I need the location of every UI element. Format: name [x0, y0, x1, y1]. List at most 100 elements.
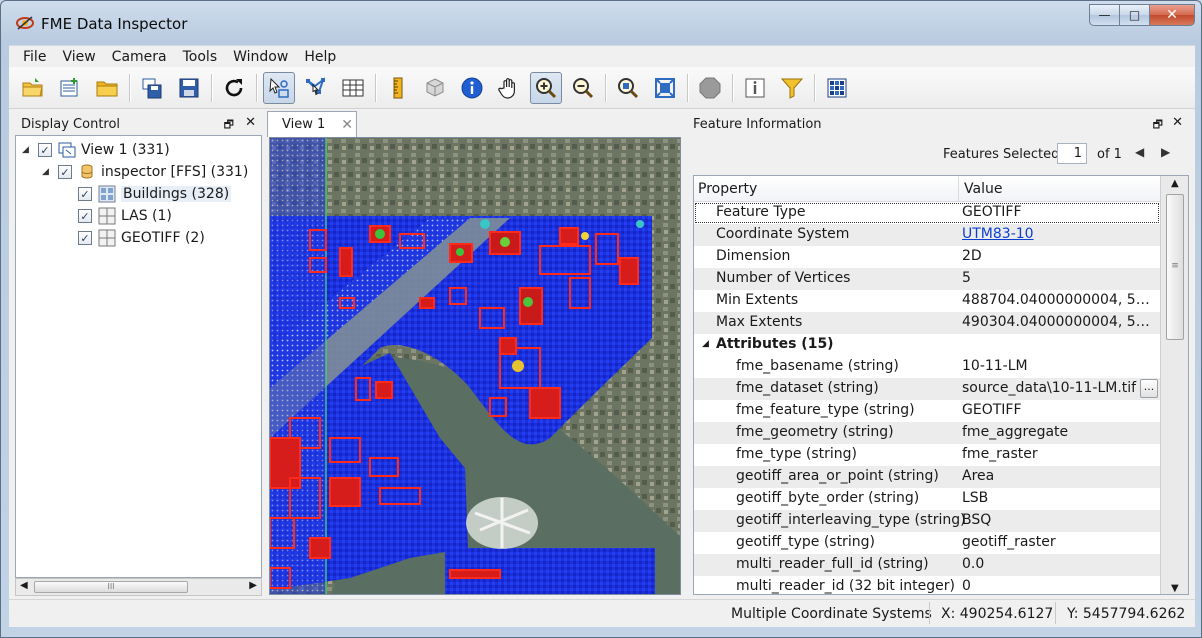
menu-tools[interactable]: Tools: [175, 49, 226, 65]
scroll-thumb[interactable]: III: [34, 581, 188, 593]
table-row[interactable]: Number of Vertices 5: [694, 268, 1160, 290]
table-row[interactable]: fme_type (string) fme_raster: [694, 444, 1160, 466]
scroll-left-icon[interactable]: ◀: [20, 580, 28, 591]
table-row[interactable]: fme_basename (string) 10-11-LM: [694, 356, 1160, 378]
tree-item-buildings[interactable]: ✓ Buildings (328): [78, 184, 232, 204]
tree-item-geotiff[interactable]: ✓ GEOTIFF (2): [78, 228, 205, 248]
table-row[interactable]: geotiff_area_or_point (string) Area: [694, 466, 1160, 488]
float-panel-icon[interactable]: 🗗: [1153, 116, 1163, 135]
info-icon[interactable]: [456, 72, 488, 104]
tab-view-1[interactable]: View 1 ✕: [267, 111, 357, 137]
scroll-up-icon[interactable]: ▲: [1171, 178, 1179, 189]
coordinate-system-link[interactable]: UTM83-10: [962, 226, 1158, 242]
x-label: X:: [941, 606, 956, 622]
menu-help[interactable]: Help: [296, 49, 344, 65]
attribute-value: 0.0: [962, 556, 985, 572]
workspace: Display Control 🗗 ✕ ◢ ✓ View 1 (331) ◢ ✓…: [9, 109, 1195, 599]
zoom-selected-icon[interactable]: [612, 72, 644, 104]
table-row[interactable]: fme_dataset (string) source_data\10-11-L…: [694, 378, 1160, 400]
table-row[interactable]: Coordinate System UTM83-10: [694, 224, 1160, 246]
fme-app-icon: [16, 16, 34, 30]
attribute-name: fme_basename (string): [736, 358, 899, 374]
app-window: FME Data Inspector — □ ✕ File View Camer…: [0, 0, 1202, 638]
3d-view-icon[interactable]: [419, 72, 451, 104]
maximize-button[interactable]: □: [1119, 4, 1149, 26]
column-property[interactable]: Property: [698, 181, 757, 197]
menu-camera[interactable]: Camera: [104, 49, 175, 65]
save-view-icon[interactable]: [136, 72, 168, 104]
expand-arrow-icon[interactable]: ◢: [42, 167, 54, 177]
folder-icon[interactable]: [91, 72, 123, 104]
open-value-button[interactable]: ...: [1140, 379, 1158, 398]
stop-icon[interactable]: [694, 72, 726, 104]
toolbar-separator: [687, 73, 688, 102]
table-row[interactable]: Min Extents 488704.04000000004, 5457...: [694, 290, 1160, 312]
background-map-icon[interactable]: [821, 72, 853, 104]
table-row[interactable]: geotiff_interleaving_type (string) BSQ: [694, 510, 1160, 532]
close-panel-icon[interactable]: ✕: [1172, 115, 1183, 130]
map-canvas[interactable]: [269, 137, 681, 595]
menu-file[interactable]: File: [15, 49, 54, 65]
window-controls: — □ ✕: [1089, 4, 1195, 26]
select-icon[interactable]: [263, 71, 295, 104]
table-row[interactable]: Max Extents 490304.04000000004, 5458...: [694, 312, 1160, 334]
status-bar: Multiple Coordinate Systems X: 490254.61…: [9, 599, 1195, 627]
measure-icon[interactable]: [382, 72, 414, 104]
table-row[interactable]: Dimension 2D: [694, 246, 1160, 268]
menu-window[interactable]: Window: [225, 49, 296, 65]
scroll-thumb[interactable]: ≡: [1166, 194, 1184, 340]
table-view-icon[interactable]: [337, 72, 369, 104]
tree-item-label: LAS (1): [121, 208, 172, 224]
table-row[interactable]: geotiff_byte_order (string) LSB: [694, 488, 1160, 510]
expand-arrow-icon[interactable]: ◢: [22, 145, 34, 155]
horizontal-scrollbar[interactable]: ◀ III ▶: [15, 578, 262, 596]
vertex-select-icon[interactable]: [300, 72, 332, 104]
close-button[interactable]: ✕: [1149, 4, 1195, 26]
attributes-group-row[interactable]: ◢ Attributes (15): [694, 334, 1160, 356]
table-row[interactable]: fme_geometry (string) fme_aggregate: [694, 422, 1160, 444]
property-value: 5: [962, 270, 971, 286]
feature-information-panel: Feature Information 🗗 ✕ Features Selecte…: [691, 113, 1191, 599]
pan-hand-icon[interactable]: [493, 72, 525, 104]
features-selected-label: Features Selected:: [943, 147, 1064, 162]
layer-checkbox[interactable]: ✓: [78, 209, 92, 223]
filter-icon[interactable]: [776, 72, 808, 104]
float-panel-icon[interactable]: 🗗: [224, 116, 234, 135]
table-row[interactable]: fme_feature_type (string) GEOTIFF: [694, 400, 1160, 422]
column-value[interactable]: Value: [964, 181, 1002, 197]
zoom-in-icon[interactable]: [530, 71, 562, 104]
property-value: 490304.04000000004, 5458...: [962, 314, 1158, 330]
collapse-arrow-icon[interactable]: ◢: [702, 339, 709, 349]
save-icon[interactable]: [173, 72, 205, 104]
inspect-icon[interactable]: [739, 72, 771, 104]
next-feature-icon[interactable]: ▶: [1161, 145, 1170, 159]
scroll-down-icon[interactable]: ▼: [1171, 583, 1179, 594]
table-row[interactable]: multi_reader_id (32 bit integer) 0: [694, 576, 1160, 594]
close-panel-icon[interactable]: ✕: [245, 115, 256, 130]
coordinate-system-status: Multiple Coordinate Systems: [731, 606, 932, 622]
feature-index-spinbox[interactable]: 1: [1057, 143, 1087, 164]
tree-item-las[interactable]: ✓ LAS (1): [78, 206, 172, 226]
zoom-extents-icon[interactable]: [649, 72, 681, 104]
zoom-out-icon[interactable]: [567, 72, 599, 104]
minimize-button[interactable]: —: [1089, 4, 1119, 26]
menu-view[interactable]: View: [54, 49, 103, 65]
attribute-name: geotiff_byte_order (string): [736, 490, 920, 506]
table-row[interactable]: geotiff_type (string) geotiff_raster: [694, 532, 1160, 554]
layer-checkbox[interactable]: ✓: [78, 187, 92, 201]
add-dataset-icon[interactable]: [54, 72, 86, 104]
table-row[interactable]: multi_reader_full_id (string) 0.0: [694, 554, 1160, 576]
table-row[interactable]: Feature Type GEOTIFF: [694, 202, 1160, 224]
display-control-title: Display Control: [21, 116, 121, 132]
tab-close-icon[interactable]: ✕: [341, 117, 353, 133]
tree-item-view-1[interactable]: ◢ ✓ View 1 (331): [22, 140, 170, 160]
layer-checkbox[interactable]: ✓: [38, 143, 52, 157]
layer-checkbox[interactable]: ✓: [78, 231, 92, 245]
refresh-icon[interactable]: [218, 72, 250, 104]
layer-checkbox[interactable]: ✓: [58, 165, 72, 179]
tree-item-inspector[interactable]: ◢ ✓ inspector [FFS] (331): [42, 162, 248, 182]
vertical-scrollbar[interactable]: ▲ ≡ ▼: [1160, 176, 1188, 594]
previous-feature-icon[interactable]: ◀: [1135, 145, 1144, 159]
open-folder-icon[interactable]: [17, 72, 49, 104]
scroll-right-icon[interactable]: ▶: [249, 580, 257, 591]
